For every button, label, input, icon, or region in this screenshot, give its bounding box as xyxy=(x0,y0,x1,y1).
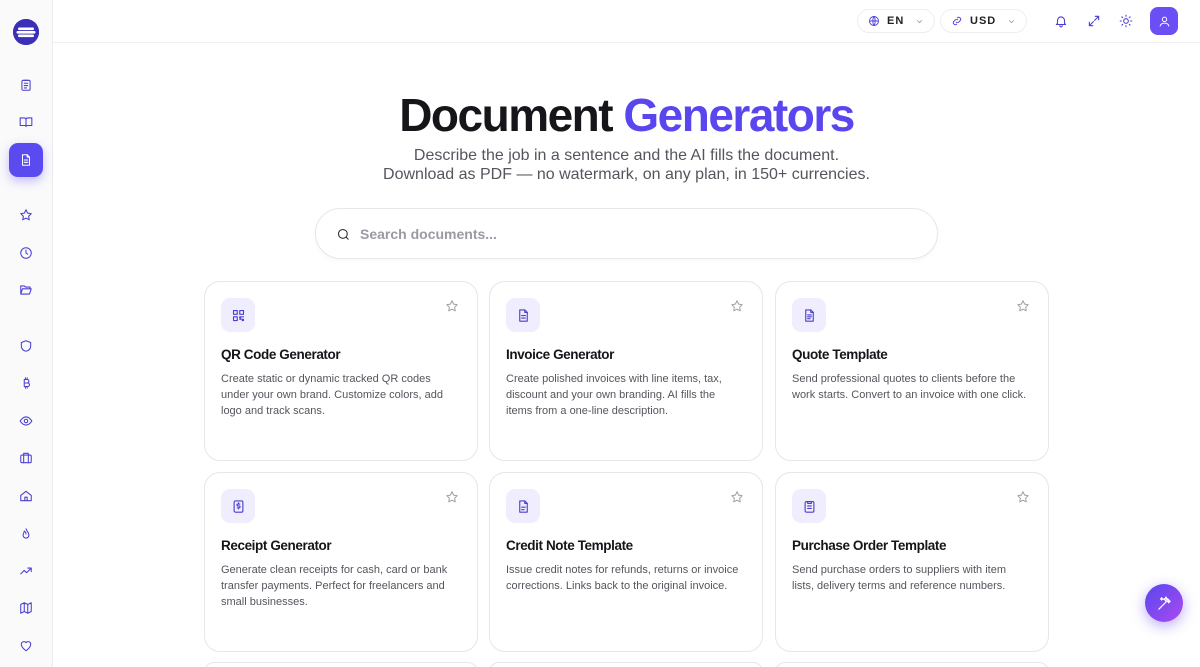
document-card-credit-note[interactable]: Credit Note Template Issue credit notes … xyxy=(489,472,763,652)
star-icon xyxy=(731,491,743,503)
page-subtitle-line1: Describe the job in a sentence and the A… xyxy=(413,147,840,164)
sidebar-item-folders[interactable] xyxy=(12,276,40,304)
currency-label: USD xyxy=(970,15,997,27)
purchase-order-icon xyxy=(792,489,826,523)
sun-icon xyxy=(1119,14,1133,28)
flame-icon xyxy=(22,528,30,539)
globe-icon xyxy=(869,16,879,26)
page-title-primary: Document xyxy=(399,89,613,141)
card-title: Credit Note Template xyxy=(506,538,633,553)
search-bar xyxy=(315,208,938,259)
favorite-star-button[interactable] xyxy=(1016,490,1032,506)
card-description: Create static or dynamic tracked QR code… xyxy=(221,373,443,417)
shield-icon xyxy=(20,340,32,352)
credit-note-icon xyxy=(506,489,540,523)
invoice-icon xyxy=(506,298,540,332)
document-icon xyxy=(21,154,31,166)
favorite-star-button[interactable] xyxy=(1016,299,1032,315)
user-menu-button[interactable] xyxy=(1150,7,1178,35)
document-card-invoice[interactable]: Invoice Generator Create polished invoic… xyxy=(489,281,763,461)
card-description: Send purchase orders to suppliers with i… xyxy=(792,564,1006,592)
folder-open-icon xyxy=(20,285,32,295)
clipboard-icon xyxy=(21,79,31,91)
card-title: Invoice Generator xyxy=(506,347,614,362)
map-icon xyxy=(20,602,32,614)
favorite-star-button[interactable] xyxy=(730,490,746,506)
card-description: Create polished invoices with line items… xyxy=(506,373,722,417)
card-description: Send professional quotes to clients befo… xyxy=(792,373,1027,401)
sidebar-item-history[interactable] xyxy=(12,239,40,267)
document-card-purchase-order[interactable]: Purchase Order Template Send purchase or… xyxy=(775,472,1049,652)
link-icon xyxy=(952,16,962,26)
card-title: Quote Template xyxy=(792,347,888,362)
sidebar-item-growth[interactable] xyxy=(12,557,40,585)
sidebar-item-clipboard[interactable] xyxy=(12,71,40,99)
sidebar-item-security[interactable] xyxy=(12,332,40,360)
quote-document-icon xyxy=(792,298,826,332)
document-card-qr-code[interactable]: QR Code Generator Create static or dynam… xyxy=(204,281,478,461)
document-card-partial[interactable] xyxy=(204,662,478,667)
theme-toggle[interactable] xyxy=(1117,12,1135,30)
chevron-down-icon xyxy=(1009,19,1015,23)
card-description: Issue credit notes for refunds, returns … xyxy=(506,564,739,592)
chevron-down-icon xyxy=(917,19,923,23)
card-title: Purchase Order Template xyxy=(792,538,947,553)
star-icon xyxy=(731,300,743,312)
sidebar xyxy=(0,0,53,667)
briefcase-icon xyxy=(20,452,32,464)
currency-selector[interactable]: USD xyxy=(940,9,1028,33)
star-icon xyxy=(1017,491,1029,503)
receipt-icon xyxy=(221,489,255,523)
favorite-star-button[interactable] xyxy=(445,299,461,315)
heart-icon xyxy=(20,641,32,652)
sidebar-item-crypto[interactable] xyxy=(12,369,40,397)
page-title: Document Generators xyxy=(53,88,1200,142)
expand-icon xyxy=(1088,15,1100,27)
magic-wand-icon xyxy=(1157,595,1171,610)
sidebar-item-business[interactable] xyxy=(12,444,40,472)
sidebar-item-favorites[interactable] xyxy=(12,201,40,229)
star-icon xyxy=(446,491,458,503)
document-card-partial[interactable] xyxy=(775,662,1049,667)
sidebar-item-map[interactable] xyxy=(12,594,40,622)
search-input[interactable] xyxy=(360,219,920,249)
star-icon xyxy=(20,209,32,221)
sidebar-item-book[interactable] xyxy=(12,108,40,136)
language-label: EN xyxy=(887,15,905,27)
sidebar-item-trending[interactable] xyxy=(12,520,40,548)
eye-icon xyxy=(19,416,33,426)
sidebar-item-likes[interactable] xyxy=(12,632,40,660)
document-card-partial[interactable] xyxy=(489,662,763,667)
language-selector[interactable]: EN xyxy=(857,9,936,33)
fullscreen-button[interactable] xyxy=(1085,12,1103,30)
page-title-accent: Generators xyxy=(623,89,855,141)
clock-icon xyxy=(20,247,32,259)
sidebar-item-documents[interactable] xyxy=(9,143,43,177)
star-icon xyxy=(1017,300,1029,312)
card-title: QR Code Generator xyxy=(221,347,341,362)
user-icon xyxy=(1159,16,1169,26)
star-icon xyxy=(446,300,458,312)
favorite-star-button[interactable] xyxy=(445,490,461,506)
brand-logo[interactable] xyxy=(13,19,39,45)
page-subtitle-line2: Download as PDF — no watermark, on any p… xyxy=(383,166,870,183)
notifications-button[interactable] xyxy=(1052,12,1070,30)
favorite-star-button[interactable] xyxy=(730,299,746,315)
home-icon xyxy=(20,490,32,502)
document-card-receipt[interactable]: Receipt Generator Generate clean receipt… xyxy=(204,472,478,652)
sidebar-item-watch[interactable] xyxy=(12,407,40,435)
qr-code-icon xyxy=(221,298,255,332)
ai-assistant-button[interactable] xyxy=(1145,584,1183,622)
book-open-icon xyxy=(19,117,33,128)
trending-up-icon xyxy=(20,567,32,575)
bitcoin-icon xyxy=(23,377,30,389)
card-description: Generate clean receipts for cash, card o… xyxy=(221,564,448,608)
document-card-quote[interactable]: Quote Template Send professional quotes … xyxy=(775,281,1049,461)
search-icon xyxy=(336,227,351,242)
card-title: Receipt Generator xyxy=(221,538,332,553)
bell-icon xyxy=(1055,16,1067,28)
sidebar-item-home[interactable] xyxy=(12,482,40,510)
top-bar: EN USD xyxy=(53,0,1200,43)
